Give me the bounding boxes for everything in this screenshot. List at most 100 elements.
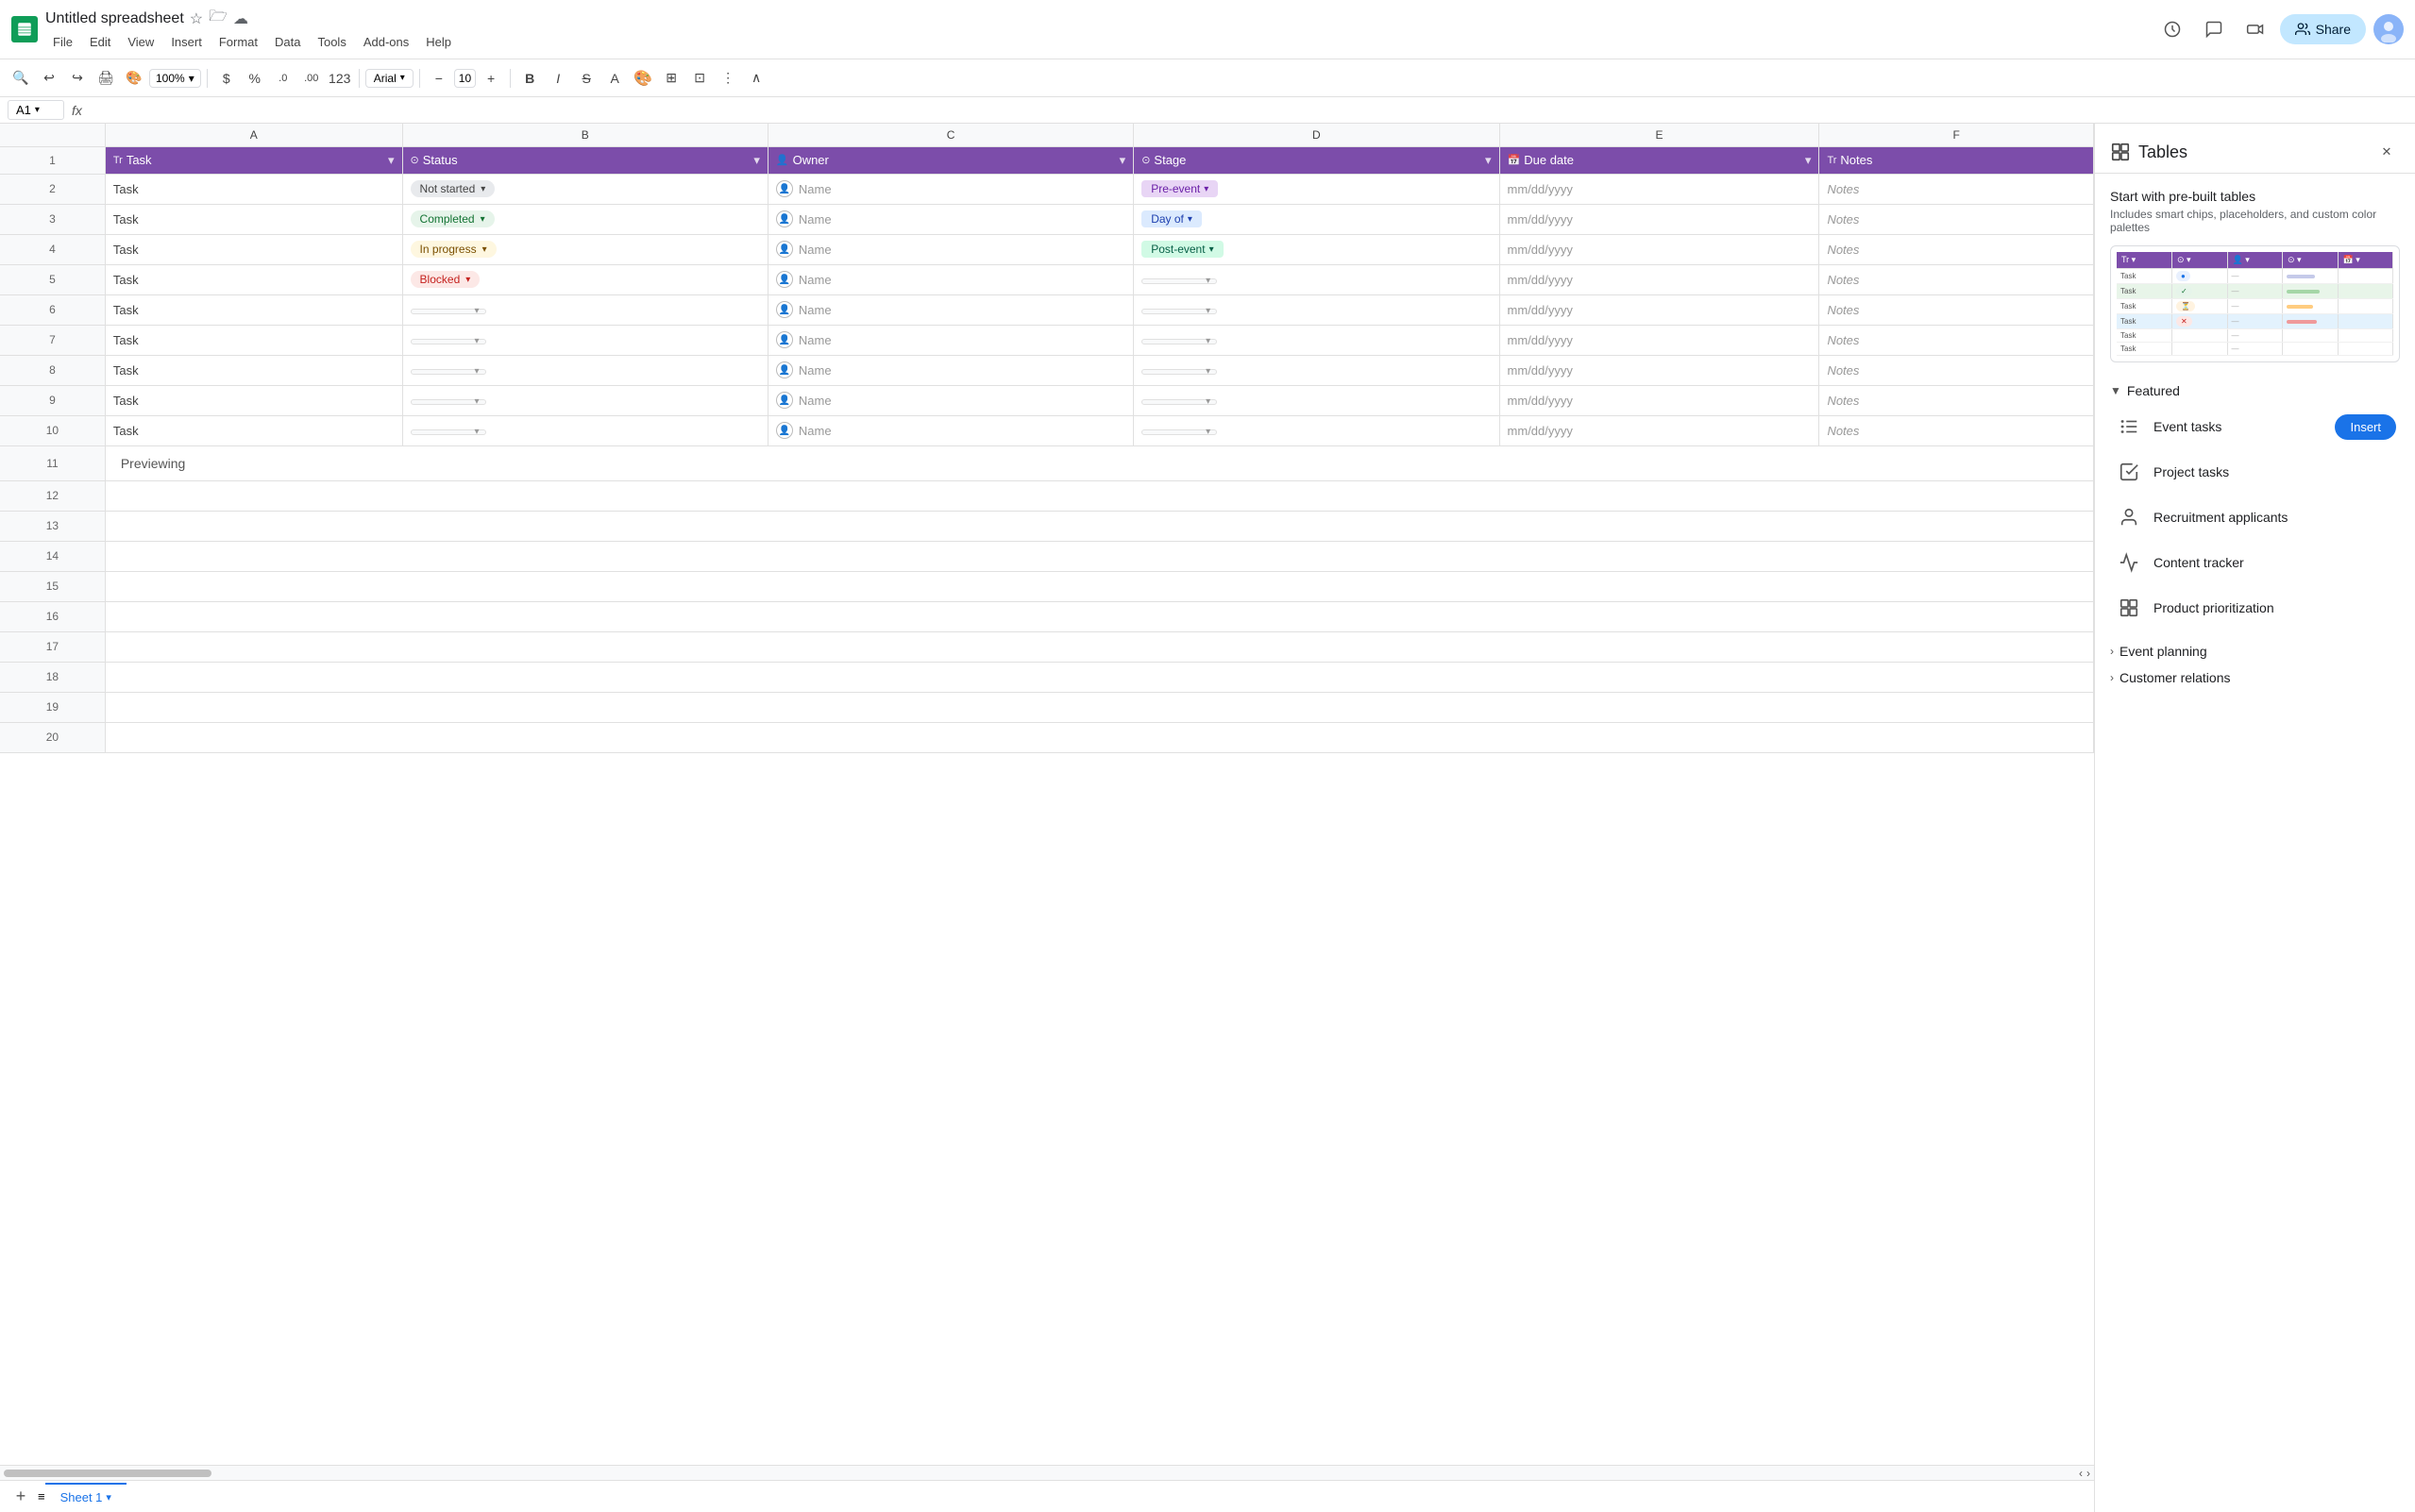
cell-e9[interactable]: mm/dd/yyyy xyxy=(1499,385,1819,415)
avatar[interactable] xyxy=(2373,14,2404,44)
text-color-btn[interactable]: A xyxy=(601,65,628,92)
cell-b10[interactable]: ▾ xyxy=(402,415,768,445)
currency-btn[interactable]: $ xyxy=(213,65,240,92)
cell-d8[interactable]: ▾ xyxy=(1134,355,1499,385)
status-empty-9[interactable]: ▾ xyxy=(411,399,486,405)
cell-b4[interactable]: In progress ▾ xyxy=(402,234,768,264)
star-icon[interactable]: ☆ xyxy=(190,9,203,28)
col-header-e[interactable]: E xyxy=(1499,124,1819,146)
add-sheet-btn[interactable]: + xyxy=(8,1484,34,1510)
cell-a5[interactable]: Task xyxy=(105,264,402,294)
comment-icon[interactable] xyxy=(2197,12,2231,46)
menu-format[interactable]: Format xyxy=(211,31,265,53)
cell-b3[interactable]: Completed ▾ xyxy=(402,204,768,234)
stage-empty-7[interactable]: ▾ xyxy=(1141,339,1217,344)
menu-insert[interactable]: Insert xyxy=(163,31,210,53)
col-header-c[interactable]: C xyxy=(768,124,1133,146)
table-item-recruitment[interactable]: Recruitment applicants xyxy=(2110,495,2400,540)
cell-f10[interactable]: Notes xyxy=(1819,415,2094,445)
customer-relations-header[interactable]: › Customer relations xyxy=(2110,664,2400,691)
insert-button[interactable]: Insert xyxy=(2335,414,2396,440)
cell-c4[interactable]: 👤 Name xyxy=(768,234,1133,264)
cell-e7[interactable]: mm/dd/yyyy xyxy=(1499,325,1819,355)
redo-btn[interactable]: ↪ xyxy=(64,65,91,92)
table-item-content-tracker[interactable]: Content tracker xyxy=(2110,540,2400,585)
table-row[interactable]: 10 Task ▾ 👤Name ▾ mm/dd/yyyy Notes xyxy=(0,415,2094,445)
percent-btn[interactable]: % xyxy=(242,65,268,92)
owner-cell-5[interactable]: 👤 Name xyxy=(776,271,1125,288)
cell-c10[interactable]: 👤Name xyxy=(768,415,1133,445)
cell-b8[interactable]: ▾ xyxy=(402,355,768,385)
table-row[interactable]: 4 Task In progress ▾ 👤 Name xyxy=(0,234,2094,264)
fill-color-btn[interactable]: 🎨 xyxy=(630,65,656,92)
cell-e6[interactable]: mm/dd/yyyy xyxy=(1499,294,1819,325)
merge-btn[interactable]: ⊡ xyxy=(686,65,713,92)
cell-a10[interactable]: Task xyxy=(105,415,402,445)
owner-cell-10[interactable]: 👤Name xyxy=(776,422,1125,439)
status-badge-in-progress[interactable]: In progress ▾ xyxy=(411,241,497,258)
stage-empty-8[interactable]: ▾ xyxy=(1141,369,1217,375)
font-size-inc-btn[interactable]: + xyxy=(478,65,504,92)
cell-c9[interactable]: 👤Name xyxy=(768,385,1133,415)
cell-a9[interactable]: Task xyxy=(105,385,402,415)
status-badge-completed[interactable]: Completed ▾ xyxy=(411,210,495,227)
table-item-event-tasks[interactable]: Event tasks Insert xyxy=(2110,404,2400,449)
scrollbar-thumb[interactable] xyxy=(4,1470,211,1477)
panel-close-btn[interactable]: ✕ xyxy=(2373,139,2400,165)
cloud-icon[interactable]: ☁ xyxy=(233,9,248,28)
scroll-left[interactable]: ‹ xyxy=(2079,1467,2083,1480)
owner-cell-2[interactable]: 👤 Name xyxy=(776,180,1125,197)
cell-d10[interactable]: ▾ xyxy=(1134,415,1499,445)
cell-f9[interactable]: Notes xyxy=(1819,385,2094,415)
cell-d3[interactable]: Day of ▾ xyxy=(1134,204,1499,234)
decimal-inc-btn[interactable]: .00 xyxy=(298,65,325,92)
col-header-a[interactable]: A xyxy=(105,124,402,146)
menu-help[interactable]: Help xyxy=(418,31,459,53)
cell-d7[interactable]: ▾ xyxy=(1134,325,1499,355)
featured-section-header[interactable]: ▼ Featured xyxy=(2110,378,2400,404)
cell-d5[interactable]: ▾ xyxy=(1134,264,1499,294)
cell-a4[interactable]: Task xyxy=(105,234,402,264)
scroll-right[interactable]: › xyxy=(2086,1467,2090,1480)
cell-a7[interactable]: Task xyxy=(105,325,402,355)
cell-c7[interactable]: 👤Name xyxy=(768,325,1133,355)
share-button[interactable]: Share xyxy=(2280,14,2366,44)
cell-a8[interactable]: Task xyxy=(105,355,402,385)
cell-e4[interactable]: mm/dd/yyyy xyxy=(1499,234,1819,264)
borders-btn[interactable]: ⊞ xyxy=(658,65,684,92)
col-header-d[interactable]: D xyxy=(1134,124,1499,146)
paint-format-btn[interactable]: 🎨 xyxy=(121,65,147,92)
table-row[interactable]: 3 Task Completed ▾ 👤 Name xyxy=(0,204,2094,234)
cell-f4[interactable]: Notes xyxy=(1819,234,2094,264)
cell-e5[interactable]: mm/dd/yyyy xyxy=(1499,264,1819,294)
more-formats-btn[interactable]: 123 xyxy=(327,65,353,92)
table-row[interactable]: 7 Task ▾ 👤Name ▾ mm/dd/yyyy Notes xyxy=(0,325,2094,355)
strikethrough-btn[interactable]: S xyxy=(573,65,600,92)
cell-c3[interactable]: 👤 Name xyxy=(768,204,1133,234)
menu-data[interactable]: Data xyxy=(267,31,308,53)
cell-b9[interactable]: ▾ xyxy=(402,385,768,415)
collapse-btn[interactable]: ∧ xyxy=(743,65,769,92)
cell-d4[interactable]: Post-event ▾ xyxy=(1134,234,1499,264)
stage-badge-pre[interactable]: Pre-event ▾ xyxy=(1141,180,1218,197)
stage-empty-10[interactable]: ▾ xyxy=(1141,429,1217,435)
menu-addons[interactable]: Add-ons xyxy=(356,31,416,53)
cell-b6[interactable]: ▾ xyxy=(402,294,768,325)
folder-icon[interactable]: 🗁 xyxy=(209,6,228,31)
undo-btn[interactable]: ↩ xyxy=(36,65,62,92)
sheet-tab-1[interactable]: Sheet 1 ▾ xyxy=(45,1483,127,1510)
font-picker[interactable]: Arial ▾ xyxy=(365,69,414,88)
stage-empty-9[interactable]: ▾ xyxy=(1141,399,1217,405)
horizontal-scrollbar[interactable]: ‹ › xyxy=(0,1465,2094,1480)
video-icon[interactable] xyxy=(2238,12,2272,46)
italic-btn[interactable]: I xyxy=(545,65,571,92)
history-icon[interactable] xyxy=(2155,12,2189,46)
col-header-b[interactable]: B xyxy=(402,124,768,146)
cell-e8[interactable]: mm/dd/yyyy xyxy=(1499,355,1819,385)
stage-empty-6[interactable]: ▾ xyxy=(1141,309,1217,314)
table-row[interactable]: 5 Task Blocked ▾ 👤 Name xyxy=(0,264,2094,294)
table-row[interactable]: 9 Task ▾ 👤Name ▾ mm/dd/yyyy Notes xyxy=(0,385,2094,415)
print-btn[interactable]: 🖨 xyxy=(93,65,119,92)
cell-c2[interactable]: 👤 Name xyxy=(768,174,1133,204)
hamburger-btn[interactable]: ≡ xyxy=(38,1489,45,1504)
